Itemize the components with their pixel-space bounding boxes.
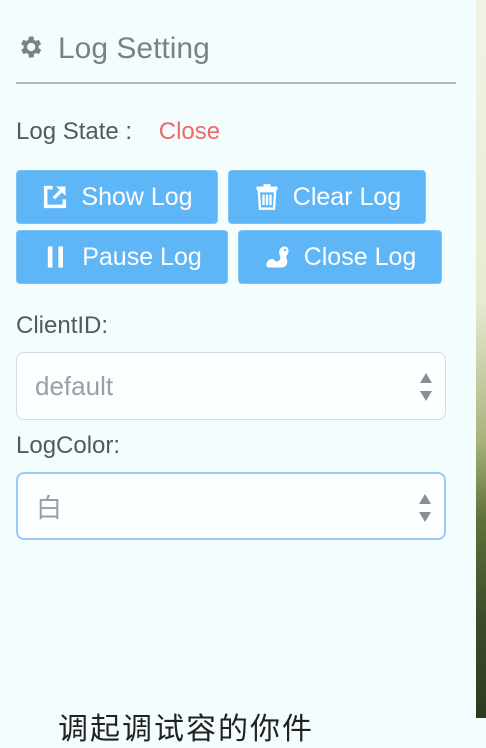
show-log-button[interactable]: Show Log — [16, 170, 218, 224]
log-color-label: LogColor: — [16, 432, 121, 459]
log-color-select[interactable]: 白 — [16, 472, 446, 540]
client-id-label: ClientID: — [16, 312, 109, 339]
log-state-row: Log State : Close — [16, 118, 220, 146]
page-title: Log Setting — [58, 32, 210, 65]
log-state-label: Log State : — [16, 118, 133, 145]
squirrel-icon — [264, 243, 292, 271]
title-divider — [16, 82, 456, 84]
external-link-icon — [41, 183, 69, 211]
pause-icon — [42, 243, 70, 271]
log-color-value: 白 — [36, 492, 63, 523]
gear-icon — [16, 33, 44, 66]
log-state-value: Close — [158, 118, 221, 145]
clear-log-button[interactable]: Clear Log — [228, 170, 426, 224]
trash-icon — [253, 183, 281, 211]
footer-text: 调起调试容的你件 — [58, 713, 314, 746]
panel-header: Log Setting — [16, 32, 210, 66]
client-id-value: default — [35, 370, 114, 401]
show-log-label: Show Log — [81, 182, 193, 211]
select-arrows-icon — [419, 371, 433, 410]
client-id-select[interactable]: default — [16, 352, 446, 420]
pause-log-label: Pause Log — [82, 242, 202, 271]
clear-log-label: Clear Log — [292, 182, 402, 211]
close-log-label: Close Log — [303, 242, 417, 271]
log-setting-panel: Log Setting Log State : Close Show Log C… — [0, 0, 476, 746]
close-log-button[interactable]: Close Log — [238, 230, 442, 284]
background-strip — [476, 0, 486, 718]
pause-log-button[interactable]: Pause Log — [16, 230, 228, 284]
select-arrows-icon — [418, 492, 432, 531]
